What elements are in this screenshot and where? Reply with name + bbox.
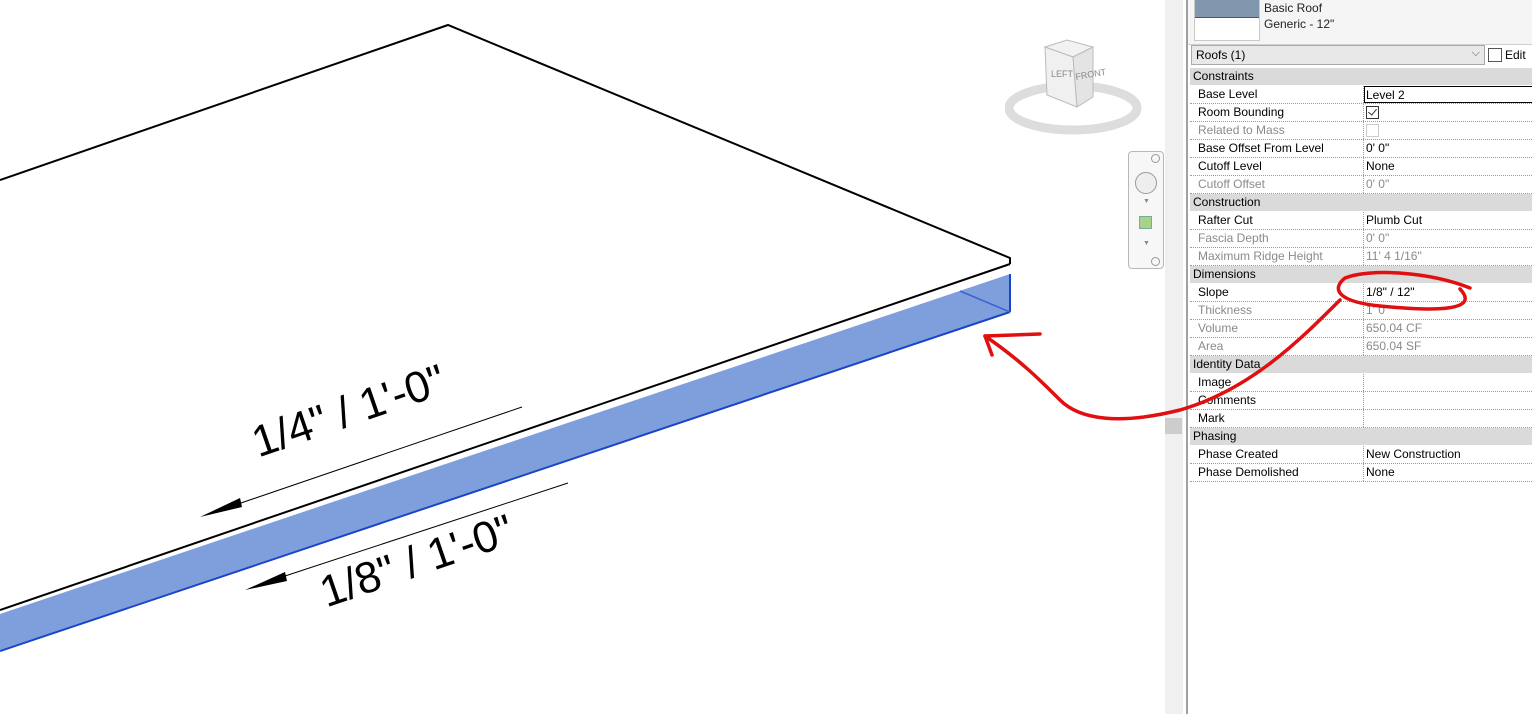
property-value-volume: 650.04 CF <box>1366 321 1423 335</box>
group-header-construction[interactable]: Construction <box>1190 194 1532 212</box>
steering-wheel-icon[interactable] <box>1135 172 1157 194</box>
property-value-base-offset-from-level[interactable]: 0' 0" <box>1364 140 1532 157</box>
type-preview-swatch <box>1194 0 1260 41</box>
property-row-image: Image <box>1190 374 1532 392</box>
property-value-mark[interactable] <box>1364 410 1532 427</box>
group-header-identity-data[interactable]: Identity Data <box>1190 356 1532 374</box>
property-row-phase-demolished: Phase Demolished None <box>1190 464 1532 482</box>
scrollbar-thumb[interactable] <box>1165 418 1182 434</box>
property-value-base-level[interactable]: Level 2 <box>1364 86 1532 103</box>
property-row-volume: Volume 650.04 CF <box>1190 320 1532 338</box>
property-label: Room Bounding <box>1190 104 1364 121</box>
property-label: Thickness <box>1190 302 1364 319</box>
group-header-dimensions[interactable]: Dimensions <box>1190 266 1532 284</box>
property-value-cutoff-offset: 0' 0" <box>1366 177 1390 191</box>
property-row-rafter-cut: Rafter Cut Plumb Cut <box>1190 212 1532 230</box>
property-label: Comments <box>1190 392 1364 409</box>
property-checkbox-room-bounding[interactable] <box>1364 104 1532 121</box>
property-label: Mark <box>1190 410 1364 427</box>
chevron-down-icon: ⌵ <box>1471 47 1480 59</box>
viewcube-left-face[interactable]: LEFT <box>1051 69 1074 79</box>
property-value-slope[interactable]: 1/8" / 12" <box>1364 284 1532 301</box>
property-value-image[interactable] <box>1364 374 1532 391</box>
property-row-cutoff-level: Cutoff Level None <box>1190 158 1532 176</box>
arrow-head-lower <box>245 572 287 590</box>
property-label: Rafter Cut <box>1190 212 1364 229</box>
property-label: Related to Mass <box>1190 122 1364 139</box>
property-row-cutoff-offset: Cutoff Offset 0' 0" <box>1190 176 1532 194</box>
edit-type-button[interactable]: Edit <box>1488 45 1526 65</box>
minimize-icon[interactable] <box>1151 257 1160 266</box>
property-row-base-offset-from-level: Base Offset From Level 0' 0" <box>1190 140 1532 158</box>
property-label: Base Offset From Level <box>1190 140 1364 157</box>
property-label: Phase Demolished <box>1190 464 1364 481</box>
roof-side-face-selected[interactable] <box>0 274 1010 650</box>
property-label: Volume <box>1190 320 1364 337</box>
navigation-bar[interactable]: ▼ ▼ <box>1128 151 1164 269</box>
property-row-base-level: Base Level Level 2 <box>1190 86 1532 104</box>
property-value-phase-demolished[interactable]: None <box>1364 464 1532 481</box>
property-label: Fascia Depth <box>1190 230 1364 247</box>
roof-top-edges <box>0 23 1011 264</box>
arrow-head-upper <box>200 498 242 517</box>
checkbox <box>1366 124 1379 137</box>
roof-bottom-edge <box>0 311 1011 652</box>
edit-type-icon <box>1488 48 1502 62</box>
property-row-comments: Comments <box>1190 392 1532 410</box>
zoom-region-icon[interactable] <box>1139 216 1152 229</box>
dropdown-arrow-icon[interactable]: ▼ <box>1143 240 1150 247</box>
properties-panel: Basic Roof Generic - 12" Roofs (1) ⌵ Edi… <box>1186 0 1532 714</box>
property-value-phase-created[interactable]: New Construction <box>1364 446 1532 463</box>
property-label: Phase Created <box>1190 446 1364 463</box>
roof-front-edge <box>0 263 1011 611</box>
property-value-cutoff-level[interactable]: None <box>1364 158 1532 175</box>
property-value-fascia-depth: 0' 0" <box>1366 231 1390 245</box>
property-row-area: Area 650.04 SF <box>1190 338 1532 356</box>
property-label: Image <box>1190 374 1364 391</box>
viewcube[interactable]: LEFT FRONT <box>1005 35 1145 135</box>
viewport-scrollbar[interactable] <box>1165 0 1183 714</box>
property-label: Base Level <box>1190 86 1364 103</box>
group-header-phasing[interactable]: Phasing <box>1190 428 1532 446</box>
property-label: Cutoff Level <box>1190 158 1364 175</box>
property-value-area: 650.04 SF <box>1366 339 1422 353</box>
checkbox[interactable] <box>1366 106 1379 119</box>
property-row-phase-created: Phase Created New Construction <box>1190 446 1532 464</box>
type-name: Generic - 12" <box>1264 17 1335 31</box>
close-icon[interactable] <box>1151 154 1160 163</box>
properties-grid: Constraints Base Level Level 2 Room Boundin… <box>1190 68 1532 482</box>
3d-viewport[interactable]: 1/4" / 1'-0" 1/8" / 1'-0" LEFT FRONT <box>0 0 1165 714</box>
property-row-mark: Mark <box>1190 410 1532 428</box>
property-label: Area <box>1190 338 1364 355</box>
property-row-room-bounding: Room Bounding <box>1190 104 1532 122</box>
property-row-related-to-mass: Related to Mass <box>1190 122 1532 140</box>
property-value-rafter-cut[interactable]: Plumb Cut <box>1364 212 1532 229</box>
edit-type-label: Edit <box>1505 48 1526 62</box>
property-label: Maximum Ridge Height <box>1190 248 1364 265</box>
element-filter-dropdown[interactable]: Roofs (1) ⌵ <box>1191 45 1485 65</box>
property-row-maximum-ridge-height: Maximum Ridge Height 11' 4 1/16" <box>1190 248 1532 266</box>
property-row-thickness: Thickness 1' 0" <box>1190 302 1532 320</box>
dropdown-arrow-icon[interactable]: ▼ <box>1143 198 1150 205</box>
property-row-slope: Slope 1/8" / 12" <box>1190 284 1532 302</box>
property-label: Cutoff Offset <box>1190 176 1364 193</box>
type-selector[interactable]: Basic Roof Generic - 12" <box>1188 0 1532 45</box>
property-value-comments[interactable] <box>1364 392 1532 409</box>
property-value-thickness: 1' 0" <box>1366 303 1390 317</box>
roof-model[interactable] <box>0 0 1165 714</box>
property-value-maximum-ridge-height: 11' 4 1/16" <box>1366 249 1422 263</box>
property-checkbox-related-to-mass <box>1364 122 1532 139</box>
filter-value: Roofs (1) <box>1196 48 1246 62</box>
type-family: Basic Roof <box>1264 1 1323 15</box>
group-header-constraints[interactable]: Constraints <box>1190 68 1532 86</box>
property-label: Slope <box>1190 284 1364 301</box>
property-row-fascia-depth: Fascia Depth 0' 0" <box>1190 230 1532 248</box>
